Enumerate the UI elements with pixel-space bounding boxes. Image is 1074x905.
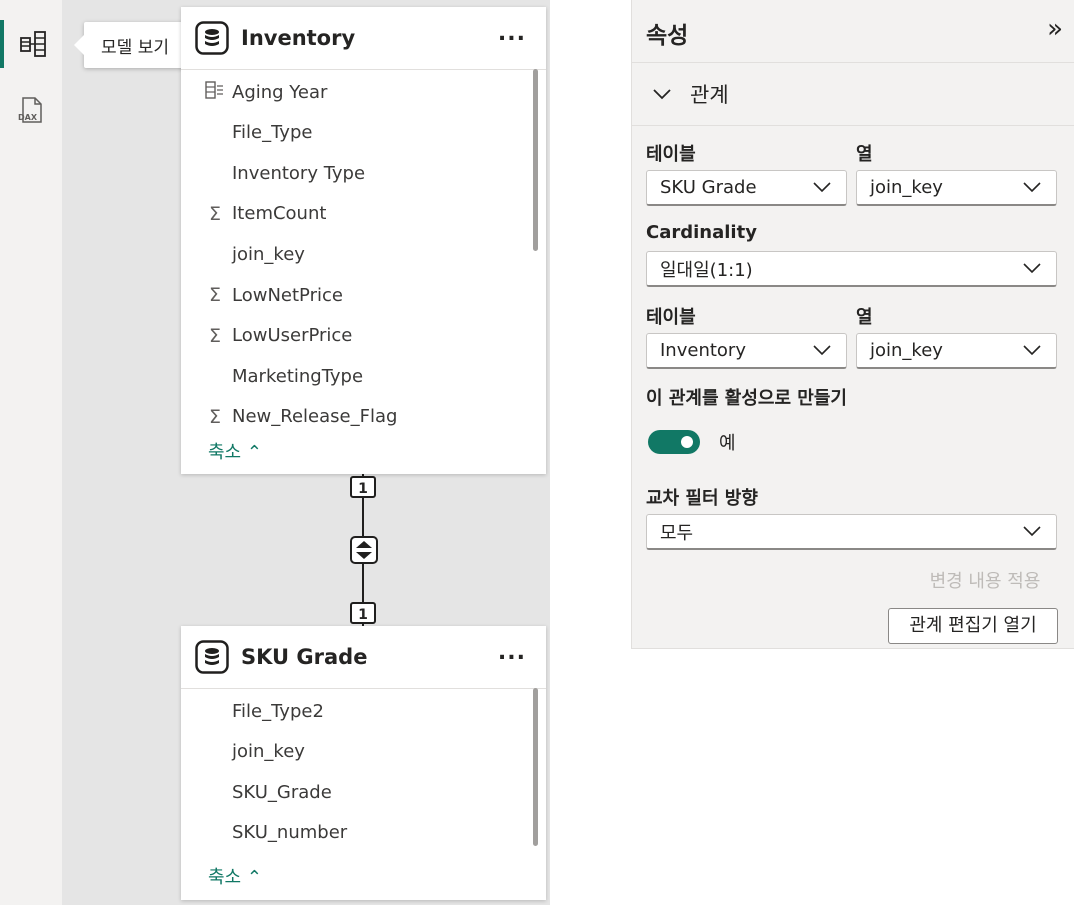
column-dropdown-1[interactable]: join_key xyxy=(856,170,1057,206)
field-item[interactable]: SKU_number xyxy=(181,814,347,852)
cross-filter-label: 교차 필터 방향 xyxy=(646,488,758,509)
table-label-2: 테이블 xyxy=(646,307,696,328)
sku-grade-collapse-button[interactable]: 축소 ⌃ xyxy=(208,863,262,889)
column-dropdown-2-value: join_key xyxy=(870,340,943,361)
column-label-1: 열 xyxy=(856,144,873,165)
svg-text:DAX: DAX xyxy=(18,113,38,122)
model-view-icon xyxy=(20,31,46,57)
hierarchy-icon xyxy=(201,80,229,105)
collapse-label: 축소 xyxy=(208,867,242,888)
collapse-label: 축소 xyxy=(208,442,242,463)
active-relationship-label: 이 관계를 활성으로 만들기 xyxy=(646,388,847,409)
cross-filter-dropdown-value: 모두 xyxy=(660,522,694,544)
more-options-icon[interactable]: ... xyxy=(498,23,526,45)
field-item[interactable]: Aging Year xyxy=(181,73,327,111)
field-item[interactable]: Σ LowNetPrice xyxy=(181,276,343,314)
toggle-knob xyxy=(681,436,693,448)
table-icon xyxy=(195,640,229,674)
field-item[interactable]: join_key xyxy=(181,733,305,771)
field-name: join_key xyxy=(232,741,305,763)
properties-title: 속성 xyxy=(646,23,689,49)
sku-grade-table-card[interactable]: SKU Grade ... File_Type2 join_key SKU_Grad… xyxy=(181,626,546,900)
inventory-table-card[interactable]: Inventory ... Aging Year File_Type Invento… xyxy=(181,7,546,474)
cardinality-dropdown[interactable]: 일대일(1:1) xyxy=(646,251,1057,287)
cardinality-badge-top: 1 xyxy=(350,476,376,498)
chevron-down-icon xyxy=(653,89,671,100)
double-chevron-right-icon[interactable]: » xyxy=(1047,14,1063,44)
field-name: LowUserPrice xyxy=(232,325,353,347)
sigma-icon: Σ xyxy=(208,405,221,428)
sku-grade-table-header[interactable]: SKU Grade ... xyxy=(181,626,546,689)
cardinality-badge-bottom: 1 xyxy=(350,602,376,624)
apply-changes-button[interactable]: 변경 내용 적용 xyxy=(912,565,1058,599)
field-item[interactable]: MarketingType xyxy=(181,357,363,395)
field-item[interactable]: File_Type xyxy=(181,114,312,152)
field-name: Aging Year xyxy=(232,81,328,103)
tooltip-text: 모델 보기 xyxy=(101,37,169,58)
open-relationship-editor-button[interactable]: 관계 편집기 열기 xyxy=(888,608,1058,644)
table-dropdown-2-value: Inventory xyxy=(660,340,746,361)
field-item[interactable]: Σ ItemCount xyxy=(181,195,326,233)
cross-filter-both-icon[interactable] xyxy=(349,535,379,565)
chevron-down-icon xyxy=(813,182,831,193)
field-item[interactable]: SKU_Grade xyxy=(181,773,332,811)
table-dropdown-1[interactable]: SKU Grade xyxy=(646,170,847,206)
model-view-button[interactable] xyxy=(0,20,62,68)
active-relationship-value: 예 xyxy=(719,433,736,454)
left-rail: DAX xyxy=(0,0,62,905)
field-item[interactable]: File_Type2 xyxy=(181,692,324,730)
inventory-table-title: Inventory xyxy=(241,26,356,50)
chevron-down-icon xyxy=(813,345,831,356)
properties-panel: 속성 » 관계 xyxy=(631,0,1074,649)
field-item[interactable]: Inventory Type xyxy=(181,154,365,192)
field-name: SKU_Grade xyxy=(232,781,332,803)
more-options-icon[interactable]: ... xyxy=(498,642,526,664)
field-name: File_Type2 xyxy=(232,700,324,722)
chevron-up-icon: ⌃ xyxy=(246,442,262,463)
inventory-scrollbar[interactable] xyxy=(533,69,538,251)
table-icon xyxy=(195,21,229,55)
chevron-down-icon xyxy=(1023,526,1041,537)
column-dropdown-2[interactable]: join_key xyxy=(856,333,1057,369)
field-item[interactable]: Σ New_Release_Flag xyxy=(181,398,397,436)
column-label-2: 열 xyxy=(856,307,873,328)
chevron-up-icon: ⌃ xyxy=(246,867,262,888)
cardinality-label: Cardinality xyxy=(646,222,757,243)
field-name: SKU_number xyxy=(232,822,348,844)
relationship-section-label: 관계 xyxy=(690,83,729,107)
chevron-down-icon xyxy=(1023,345,1041,356)
field-name: LowNetPrice xyxy=(232,284,343,306)
chevron-down-icon xyxy=(1023,263,1041,274)
field-name: MarketingType xyxy=(232,365,364,387)
model-view-tooltip: 모델 보기 xyxy=(74,22,186,68)
chevron-down-icon xyxy=(1023,182,1041,193)
dax-query-view-button[interactable]: DAX xyxy=(0,86,62,134)
relationship-section-header[interactable]: 관계 xyxy=(632,62,1074,126)
field-name: New_Release_Flag xyxy=(232,406,398,428)
field-name: join_key xyxy=(232,243,305,265)
field-item[interactable]: join_key xyxy=(181,235,305,273)
table-dropdown-1-value: SKU Grade xyxy=(660,177,757,198)
sigma-icon: Σ xyxy=(208,324,221,347)
cardinality-dropdown-value: 일대일(1:1) xyxy=(660,259,753,281)
sigma-icon: Σ xyxy=(208,202,221,225)
field-name: File_Type xyxy=(232,122,313,144)
field-name: Inventory Type xyxy=(232,162,366,184)
sku-grade-scrollbar[interactable] xyxy=(533,688,538,846)
field-name: ItemCount xyxy=(232,203,327,225)
inventory-collapse-button[interactable]: 축소 ⌃ xyxy=(208,438,262,464)
active-relationship-toggle[interactable] xyxy=(648,430,700,454)
sku-grade-table-title: SKU Grade xyxy=(241,645,368,669)
inventory-table-header[interactable]: Inventory ... xyxy=(181,7,546,70)
table-label-1: 테이블 xyxy=(646,144,696,165)
cross-filter-dropdown[interactable]: 모두 xyxy=(646,514,1057,550)
sigma-icon: Σ xyxy=(208,284,221,306)
field-item[interactable]: Σ LowUserPrice xyxy=(181,317,352,355)
dax-query-view-icon: DAX xyxy=(18,97,42,123)
table-dropdown-2[interactable]: Inventory xyxy=(646,333,847,369)
column-dropdown-1-value: join_key xyxy=(870,177,943,198)
